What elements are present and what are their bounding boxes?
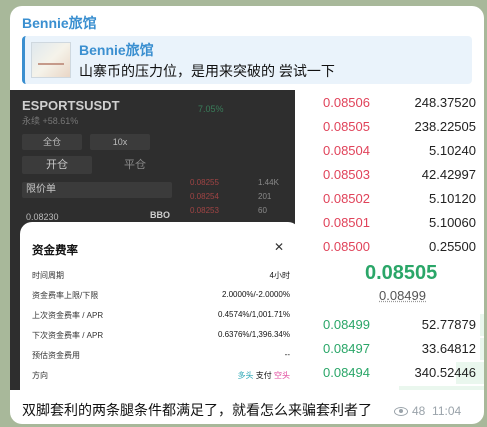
sender-name[interactable]: Bennie旅馆 [22,13,97,33]
funding-row-label: 预估资金费用 [32,351,80,360]
margin-mode-button: 全仓 [22,134,82,150]
reply-quote[interactable]: Bennie旅馆 山寨币的压力位，是用来突破的 尝试一下 [22,36,472,84]
leverage-button: 10x [90,134,150,150]
bid-row[interactable]: 0.08493 574.55145 [295,386,484,390]
ask-price: 0.08502 [323,191,370,206]
ask-price: 0.08506 [323,95,370,110]
ask-qty: 238.22505 [414,119,476,134]
orderbook: 0.08506 248.37520 0.08505 238.22505 0.08504 5… [295,90,484,390]
last-price: 0.08505 [365,262,438,284]
bid-depth-bar [480,314,484,336]
ask-qty: 5.10240 [429,143,476,158]
funding-row: 时间周期 4小时 [32,270,290,284]
ask-row[interactable]: 0.08503 42.42997 [295,164,484,188]
message-time: 11:04 [432,404,462,418]
direction-pay: 支付 [255,371,272,380]
tab-open: 开仓 [22,156,92,174]
bid-price: 0.08499 [323,317,370,332]
mark-price: 0.08499 [379,288,426,303]
bid-price: 0.08494 [323,365,370,380]
bid-qty: 33.64812 [421,341,476,356]
bbo-button: BBO [150,210,170,220]
ask-row[interactable]: 0.08502 5.10120 [295,188,484,212]
message-text: 双脚套利的两条腿条件都满足了，就看怎么来骗套利者了 [22,402,372,418]
ask-row[interactable]: 0.08505 238.22505 [295,116,484,140]
ask-price: 0.08501 [323,215,370,230]
attached-screenshot[interactable]: ESPORTSUSDT 永续 +58.61% 7.05% 全仓 10x 开仓 平… [10,90,484,390]
funding-direction-row: 方向 多头 支付 空头 [32,370,290,384]
mini-ask-price: 0.08255 [190,178,219,187]
ask-qty: 248.37520 [414,95,476,110]
ask-qty: 42.42997 [421,167,476,182]
close-icon: ✕ [274,240,285,254]
funding-row: 下次资金费率 / APR 0.6376%/1,396.34% [32,330,290,344]
funding-row-label: 上次资金费率 / APR [32,311,104,320]
price-change: 7.05% [198,104,224,114]
ask-row[interactable]: 0.08504 5.10240 [295,140,484,164]
ask-price: 0.08504 [323,143,370,158]
message-bubble[interactable]: Bennie旅馆 Bennie旅馆 山寨币的压力位，是用来突破的 尝试一下 ES… [10,6,484,424]
reply-text: 山寨币的压力位，是用来突破的 尝试一下 [79,63,335,79]
symbol-title: ESPORTSUSDT [22,98,120,113]
ask-price: 0.08503 [323,167,370,182]
direction-value: 多头 支付 空头 [238,370,290,381]
price-input-value: 0.08230 [26,212,59,222]
funding-rate-modal: 资金费率 ✕ 时间周期 4小时 资金费率上限/下限 2.0000%/-2.000… [20,222,300,390]
bid-price: 0.08493 [323,389,370,390]
funding-row-label: 时间周期 [32,271,64,280]
ask-qty: 5.10120 [429,191,476,206]
funding-row: 上次资金费率 / APR 0.4574%/1,001.71% [32,310,290,324]
funding-row-label: 下次资金费率 / APR [32,331,104,340]
mini-ask-qty: 201 [258,192,272,201]
bid-row[interactable]: 0.08497 33.64812 [295,338,484,362]
eye-icon [394,407,408,417]
ask-row[interactable]: 0.08506 248.37520 [295,92,484,116]
funding-row-value: -- [284,350,290,359]
ask-qty: 0.25500 [429,239,476,254]
mini-ask-price: 0.08253 [190,206,219,215]
funding-row-label: 资金费率上限/下限 [32,291,99,300]
reply-thumbnail [31,42,71,78]
direction-label: 方向 [32,371,48,380]
bid-row[interactable]: 0.08494 340.52446 [295,362,484,386]
funding-row-value: 0.4574%/1,001.71% [217,310,290,319]
bid-price: 0.08497 [323,341,370,356]
message-meta: 48 11:04 [394,404,461,418]
ask-row[interactable]: 0.08500 0.25500 [295,236,484,260]
funding-row-value: 0.6376%/1,396.34% [217,330,290,339]
funding-row-value: 2.0000%/-2.0000% [221,290,290,299]
bid-row[interactable]: 0.08499 52.77879 [295,314,484,338]
bid-qty: 52.77879 [421,317,476,332]
bid-qty: 574.55145 [415,389,476,390]
mini-ask-qty: 60 [258,206,267,215]
direction-short: 空头 [274,371,290,380]
view-count: 48 [412,404,426,418]
symbol-subtitle: 永续 +58.61% [22,116,79,126]
funding-row: 预估资金费用 -- [32,350,290,364]
mini-ask-price: 0.08254 [190,192,219,201]
tab-close: 平仓 [124,159,146,171]
ask-price: 0.08505 [323,119,370,134]
ask-price: 0.08500 [323,239,370,254]
funding-row-value: 4小时 [269,271,290,280]
bid-depth-bar [480,338,484,360]
order-type-select: 限价单 [22,182,172,198]
direction-long: 多头 [237,371,254,380]
modal-title: 资金费率 [32,245,78,257]
ask-row[interactable]: 0.08501 5.10060 [295,212,484,236]
ask-qty: 5.10060 [429,215,476,230]
trading-app-dimmed: ESPORTSUSDT 永续 +58.61% 7.05% 全仓 10x 开仓 平… [10,90,300,390]
bid-qty: 340.52446 [414,365,476,380]
chat-background: { "message": { "sender": "Bennie旅馆", "re… [0,0,487,427]
reply-sender-name: Bennie旅馆 [79,42,154,58]
mini-ask-qty: 1.44K [258,178,279,187]
funding-row: 资金费率上限/下限 2.0000%/-2.0000% [32,290,290,304]
